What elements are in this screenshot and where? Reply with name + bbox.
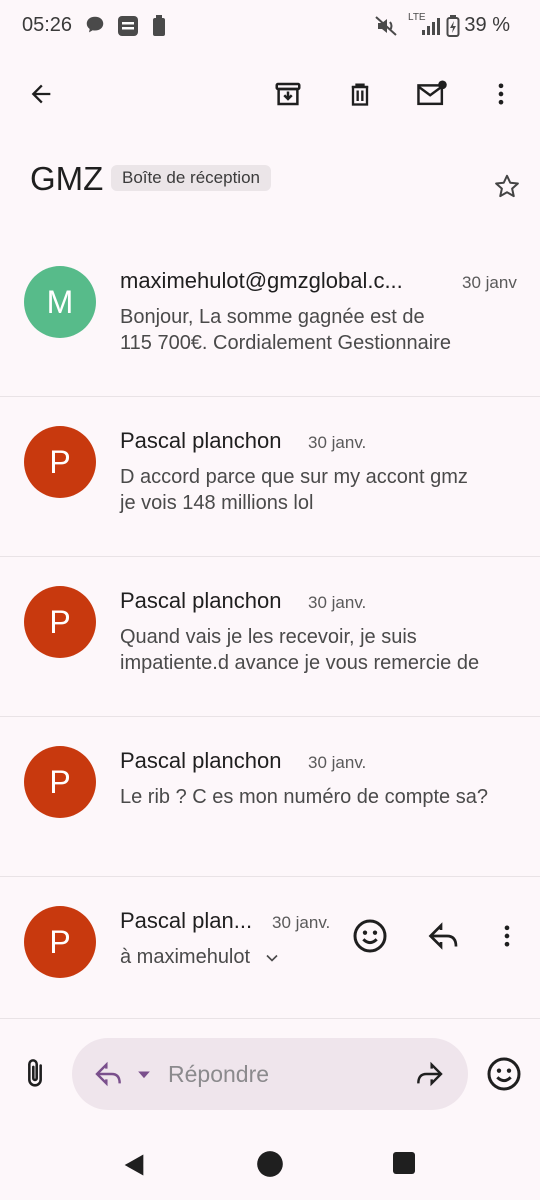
nav-back-icon xyxy=(124,1154,144,1176)
battery-small-icon xyxy=(152,14,166,43)
status-time: 05:26 xyxy=(22,14,73,36)
avatar: P xyxy=(24,906,96,978)
message-date: 30 janv. xyxy=(308,433,367,452)
sender-name: Pascal plan... xyxy=(120,908,253,933)
message-item[interactable]: M maximehulot@gmzglobal.c... 30 janv Bon… xyxy=(0,236,540,397)
app-icon xyxy=(116,14,140,43)
star-button[interactable] xyxy=(492,172,522,207)
emoji-icon xyxy=(353,919,387,953)
emoji-reaction-button[interactable] xyxy=(350,916,390,961)
reply-bar: Répondre xyxy=(0,1020,540,1130)
nav-back-button[interactable] xyxy=(120,1150,148,1185)
more-options-button[interactable] xyxy=(479,72,523,116)
mark-unread-button[interactable] xyxy=(410,72,454,116)
expanded-message-header: P Pascal plan... 30 janv. à maximehulot xyxy=(0,876,540,1019)
reply-placeholder: Répondre xyxy=(168,1061,270,1087)
reply-icon xyxy=(428,922,458,950)
emoji-button[interactable] xyxy=(484,1054,524,1099)
reply-mode-button[interactable] xyxy=(92,1058,126,1095)
toolbar xyxy=(0,62,540,132)
snippet-line: je vois 148 millions lol xyxy=(120,492,314,514)
subject-row: GMZ Boîte de réception xyxy=(30,158,530,208)
archive-icon xyxy=(275,82,301,106)
snippet-line: impatiente.d avance je vous remercie de xyxy=(120,652,480,674)
star-icon xyxy=(495,174,519,198)
signal-icon xyxy=(420,14,444,43)
message-date: 30 janv. xyxy=(308,593,367,612)
reply-mode-dropdown[interactable] xyxy=(134,1062,154,1091)
mark-unread-icon xyxy=(417,80,447,106)
snippet-line: Bonjour, La somme gagnée est de xyxy=(120,306,425,328)
mute-icon xyxy=(374,14,398,43)
avatar: P xyxy=(24,426,96,498)
message-snippet: Le rib ? C es mon numéro de compte sa? xyxy=(120,784,520,810)
system-nav-bar xyxy=(0,1130,540,1200)
nav-recents-icon xyxy=(393,1152,415,1174)
message-date: 30 janv. xyxy=(308,753,367,772)
delete-button[interactable] xyxy=(338,72,382,116)
sender-name: Pascal planchon xyxy=(120,588,282,613)
sender-name: Pascal planchon xyxy=(120,428,282,453)
avatar: P xyxy=(24,746,96,818)
message-date: 30 janv xyxy=(462,273,517,292)
status-bar: 05:26 LTE 39 % xyxy=(0,0,540,52)
message-item[interactable]: P Pascal planchon 30 janv. Le rib ? C es… xyxy=(0,716,540,877)
back-button[interactable] xyxy=(19,72,63,116)
nav-recents-button[interactable] xyxy=(392,1151,416,1180)
recipient-text: à maximehulot xyxy=(120,946,251,968)
caret-down-icon xyxy=(138,1071,150,1079)
paperclip-icon xyxy=(28,1059,42,1087)
message-snippet: Quand vais je les recevoir, je suis impa… xyxy=(120,624,520,676)
sender-name: maximehulot@gmzglobal.c... xyxy=(120,268,403,293)
forward-icon xyxy=(417,1061,443,1087)
recipient-details-toggle[interactable]: à maximehulot xyxy=(120,946,282,969)
attach-button[interactable] xyxy=(18,1056,52,1097)
reply-field[interactable]: Répondre xyxy=(72,1038,468,1110)
snippet-line: Quand vais je les recevoir, je suis xyxy=(120,626,417,648)
avatar: P xyxy=(24,586,96,658)
thread-subject: GMZ xyxy=(30,160,104,197)
message-date: 30 janv. xyxy=(272,913,331,932)
snippet-line: 115 700€. Cordialement Gestionnaire xyxy=(120,332,451,354)
avatar: M xyxy=(24,266,96,338)
message-more-button[interactable] xyxy=(493,920,521,957)
reply-icon xyxy=(95,1061,121,1087)
snippet-line: Le rib ? C es mon numéro de compte sa? xyxy=(120,786,488,808)
message-item[interactable]: P Pascal planchon 30 janv. Quand vais je… xyxy=(0,556,540,717)
forward-button[interactable] xyxy=(412,1058,446,1095)
battery-icon xyxy=(446,14,460,43)
snippet-line: D accord parce que sur my accont gmz xyxy=(120,466,468,488)
emoji-icon xyxy=(487,1057,521,1091)
nav-home-button[interactable] xyxy=(256,1150,284,1183)
back-arrow-icon xyxy=(31,84,51,104)
archive-button[interactable] xyxy=(266,72,310,116)
sender-name: Pascal planchon xyxy=(120,748,282,773)
message-item[interactable]: P Pascal planchon 30 janv. D accord parc… xyxy=(0,396,540,557)
more-vert-icon xyxy=(504,925,510,947)
inbox-label-chip[interactable]: Boîte de réception xyxy=(111,165,271,191)
battery-percent: 39 % xyxy=(464,14,510,36)
message-snippet: D accord parce que sur my accont gmz je … xyxy=(120,464,520,516)
chevron-down-icon xyxy=(266,954,278,962)
reply-button[interactable] xyxy=(424,918,464,959)
message-icon xyxy=(84,14,106,41)
delete-icon xyxy=(351,83,369,106)
more-vert-icon xyxy=(498,83,504,105)
message-snippet: Bonjour, La somme gagnée est de 115 700€… xyxy=(120,304,520,356)
nav-home-icon xyxy=(257,1151,283,1177)
